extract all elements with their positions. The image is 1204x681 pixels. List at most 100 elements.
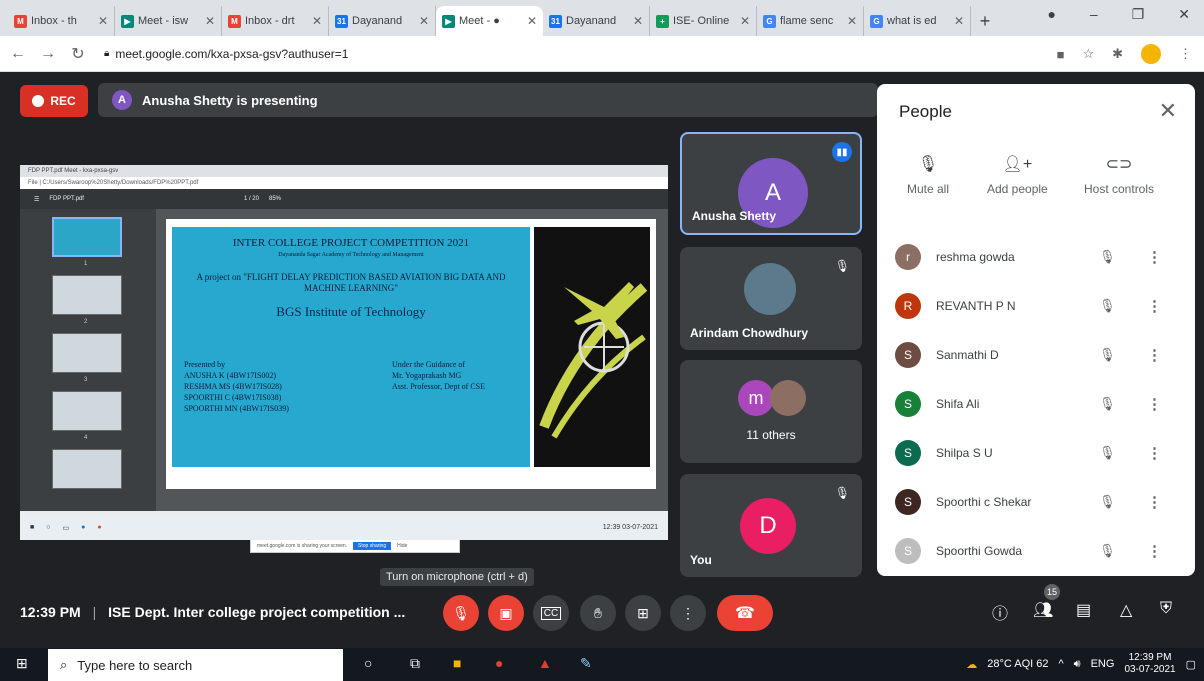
more-options-icon[interactable]: ⋮ — [1147, 346, 1162, 364]
people-icon[interactable]: 👥︎ — [1033, 600, 1053, 620]
hide-button[interactable]: Hide — [397, 543, 407, 549]
windows-start-icon[interactable]: ⊞ — [16, 655, 28, 672]
meet-icon: ▶ — [121, 14, 134, 28]
more-options-icon[interactable]: ⋮ — [1147, 395, 1162, 413]
presented-by: Presented by ANUSHA K (4BW17IS002) RESHM… — [184, 360, 289, 413]
more-options-icon[interactable]: ⋮ — [1147, 542, 1162, 560]
camera-icon[interactable]: ■ — [1057, 47, 1065, 62]
self-name: You — [690, 553, 712, 567]
raise-hand-button[interactable]: ✋︎ — [580, 595, 616, 631]
add-people-button[interactable]: 👤︎+ Add people — [987, 154, 1048, 196]
more-options-icon[interactable]: ⋮ — [1147, 297, 1162, 315]
language[interactable]: ENG — [1091, 658, 1115, 670]
browser-tab-active[interactable]: ▶ Meet - ● ✕ — [436, 6, 543, 36]
mute-all-button[interactable]: 🎙︎ Mute all — [907, 154, 949, 196]
leave-call-button[interactable]: ☎︎ — [717, 595, 773, 631]
participant-tile-others[interactable]: m 11 others — [680, 360, 862, 463]
chat-icon[interactable]: ▤ — [1076, 600, 1091, 620]
extensions-icon[interactable]: ✱ — [1112, 46, 1123, 62]
notifications-icon[interactable]: ▢ — [1186, 658, 1196, 671]
browser-tab[interactable]: ▶ Meet - isw ✕ — [115, 6, 222, 36]
camera-toggle-button[interactable]: ▣ — [488, 595, 524, 631]
file-explorer-icon[interactable]: ■ — [453, 655, 461, 671]
close-tab-icon[interactable]: ✕ — [847, 14, 857, 28]
gmail-icon: M — [228, 14, 241, 28]
mic-toggle-button[interactable]: 🎙︎ — [443, 595, 479, 631]
profile-dot-icon[interactable]: ● — [1047, 6, 1055, 23]
chrome-icon[interactable]: ● — [495, 655, 503, 671]
close-tab-icon[interactable]: ✕ — [419, 14, 429, 28]
minimize-icon[interactable]: – — [1090, 6, 1098, 23]
browser-tab[interactable]: Gwhat is ed ✕ — [864, 6, 971, 36]
browser-tab[interactable]: M Inbox - th ✕ — [8, 6, 115, 36]
present-button[interactable]: ⊞ — [625, 595, 661, 631]
list-item[interactable]: R REVANTH P N 🎙︎ ⋮ — [877, 286, 1195, 326]
edge-icon: ● — [81, 524, 86, 531]
pdf-thumbnails: 1 2 3 4 — [20, 209, 156, 511]
star-icon[interactable]: ☆ — [1082, 46, 1094, 62]
more-options-icon[interactable]: ⋮ — [1147, 444, 1162, 462]
reload-icon[interactable]: ↻ — [66, 44, 90, 64]
list-item[interactable]: S Shifa Ali 🎙︎ ⋮ — [877, 384, 1195, 424]
stop-sharing-button[interactable]: Stop sharing — [353, 542, 392, 550]
participant-tile-self[interactable]: 🎙︎ D You — [680, 474, 862, 577]
paint-icon[interactable]: ✎ — [580, 655, 592, 672]
shared-browser-tabs: FDP PPT.pdf Meet - kxa-pxsa-gsv — [20, 165, 668, 177]
browser-tab[interactable]: 31 Dayanand ✕ — [329, 6, 436, 36]
guidance: Under the Guidance of Mr. Yogaprakash MG… — [392, 360, 486, 391]
thumb-number: 3 — [84, 377, 88, 383]
activities-icon[interactable]: △ — [1120, 600, 1132, 620]
mic-off-icon: 🎙︎ — [834, 486, 850, 500]
url-field[interactable]: 🔒︎ meet.google.com/kxa-pxsa-gsv?authuser=… — [104, 47, 348, 61]
close-tab-icon[interactable]: ✕ — [98, 14, 108, 28]
browser-tab[interactable]: Gflame senc ✕ — [757, 6, 864, 36]
host-controls-icon[interactable]: ⛨ — [1160, 600, 1172, 618]
pdf-thumbnail — [52, 333, 122, 373]
list-item[interactable]: r reshma gowda 🎙︎ ⋮ — [877, 237, 1195, 277]
new-tab-button[interactable]: + — [971, 6, 999, 36]
list-item[interactable]: S Spoorthi c Shekar 🎙︎ ⋮ — [877, 482, 1195, 522]
meeting-details-icon[interactable]: ⓘ — [992, 600, 1008, 624]
cortana-icon[interactable]: ○ — [364, 655, 372, 671]
acrobat-icon[interactable]: ▲ — [538, 655, 552, 671]
chrome-icon: ● — [97, 524, 102, 531]
menu-icon[interactable]: ⋮ — [1179, 46, 1192, 62]
more-options-icon[interactable]: ⋮ — [1147, 248, 1162, 266]
shared-screen: FDP PPT.pdf Meet - kxa-pxsa-gsv File | C… — [20, 165, 668, 553]
host-controls-button[interactable]: ⊂⊃ Host controls — [1084, 154, 1154, 196]
search-icon: ⌕ — [60, 657, 68, 672]
taskview-icon[interactable]: ⧉ — [410, 655, 420, 672]
close-tab-icon[interactable]: ✕ — [633, 14, 643, 28]
forward-icon[interactable]: → — [36, 45, 60, 63]
close-icon[interactable]: ✕ — [1159, 98, 1177, 124]
profile-avatar[interactable] — [1141, 44, 1161, 64]
more-options-icon[interactable]: ⋮ — [1147, 493, 1162, 511]
list-item[interactable]: S Spoorthi Gowda 🎙︎ ⋮ — [877, 531, 1195, 571]
close-tab-icon[interactable]: ✕ — [740, 14, 750, 28]
tray-chevron-icon[interactable]: ^ — [1058, 658, 1063, 670]
list-item[interactable]: S Shilpa S U 🎙︎ ⋮ — [877, 433, 1195, 473]
volume-icon[interactable]: 🔊︎ — [1074, 658, 1081, 671]
close-window-icon[interactable]: ✕ — [1178, 6, 1190, 23]
mic-off-icon: 🎙︎ — [917, 156, 939, 173]
restore-icon[interactable]: ❐ — [1132, 6, 1145, 23]
captions-button[interactable]: CC — [533, 595, 569, 631]
close-tab-icon[interactable]: ✕ — [954, 14, 964, 28]
back-icon[interactable]: ← — [6, 45, 30, 63]
participant-tile-presenter[interactable]: A ▮▮ Anusha Shetty — [680, 132, 862, 235]
close-tab-icon[interactable]: ✕ — [205, 14, 215, 28]
taskbar-search[interactable]: ⌕ Type here to search — [48, 649, 343, 681]
more-options-button[interactable]: ⋮ — [670, 595, 706, 631]
browser-tab[interactable]: 31 Dayanand ✕ — [543, 6, 650, 36]
self-avatar: D — [740, 498, 796, 554]
close-tab-icon[interactable]: ✕ — [312, 14, 322, 28]
taskbar-clock[interactable]: 12:39 PM 03-07-2021 — [1124, 652, 1175, 676]
list-item[interactable]: S Sanmathi D 🎙︎ ⋮ — [877, 335, 1195, 375]
pdf-thumbnail — [52, 217, 122, 257]
slide-subtitle: Dayananda Sagar Academy of Technology an… — [278, 252, 424, 258]
participant-tile[interactable]: 🎙︎ Arindam Chowdhury — [680, 247, 862, 350]
browser-tab[interactable]: + ISE- Online ✕ — [650, 6, 757, 36]
more-options-icon: ⋮ — [681, 604, 695, 621]
close-tab-icon[interactable]: ✕ — [527, 14, 537, 28]
browser-tab[interactable]: M Inbox - drt ✕ — [222, 6, 329, 36]
